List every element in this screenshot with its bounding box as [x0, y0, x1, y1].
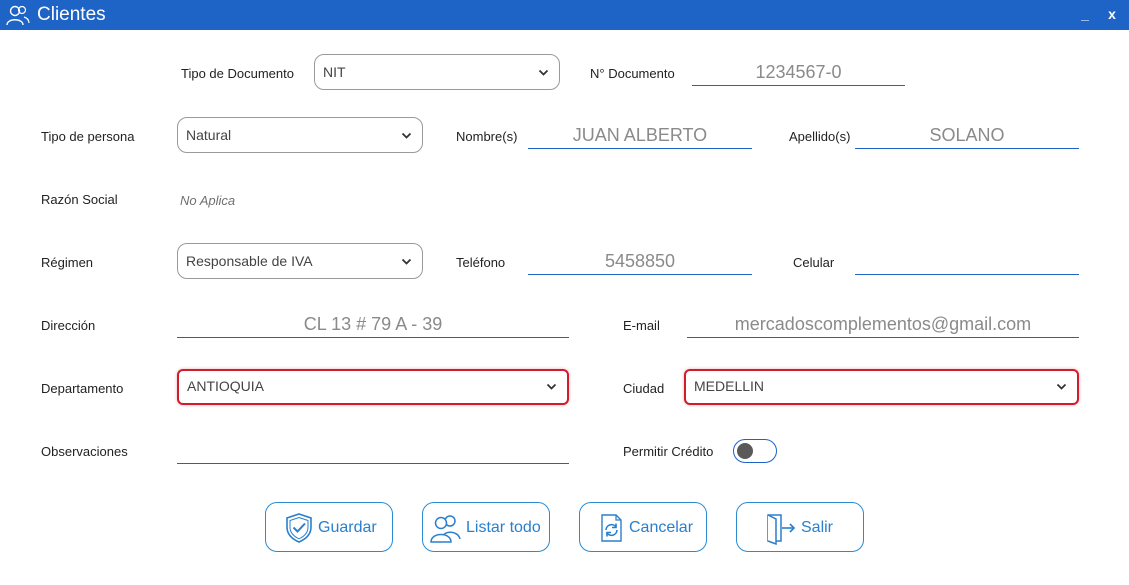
departamento-value: ANTIOQUIA — [187, 378, 265, 394]
exit-door-icon — [767, 514, 796, 545]
direccion-field[interactable]: CL 13 # 79 A - 39 — [177, 314, 569, 338]
tipo-documento-select[interactable]: NIT — [314, 54, 560, 90]
celular-label: Celular — [793, 255, 835, 270]
numero-documento-label: N° Documento — [590, 66, 675, 81]
numero-documento-value: 1234567-0 — [755, 62, 842, 82]
permitir-credito-toggle[interactable] — [733, 439, 777, 463]
title-bar: Clientes _ x — [0, 0, 1129, 30]
apellidos-label: Apellido(s) — [789, 129, 851, 144]
permitir-credito-label: Permitir Crédito — [623, 444, 714, 459]
departamento-select[interactable]: ANTIOQUIA — [177, 369, 569, 405]
listar-todo-button[interactable]: Listar todo — [422, 502, 550, 552]
tipo-documento-value: NIT — [323, 64, 346, 80]
salir-button[interactable]: Salir — [736, 502, 864, 552]
direccion-label: Dirección — [41, 318, 96, 333]
tipo-persona-label: Tipo de persona — [41, 129, 135, 144]
telefono-field[interactable]: 5458850 — [528, 251, 752, 275]
chevron-down-icon — [401, 258, 412, 265]
guardar-button[interactable]: Guardar — [265, 502, 393, 552]
users-icon — [6, 5, 30, 26]
guardar-label: Guardar — [318, 519, 377, 536]
telefono-value: 5458850 — [604, 251, 676, 271]
telefono-label: Teléfono — [456, 255, 506, 270]
email-label: E-mail — [623, 318, 660, 333]
regimen-value: Responsable de IVA — [186, 253, 313, 269]
email-value: mercadoscomplementos@gmail.com — [734, 314, 1032, 334]
numero-documento-field[interactable]: 1234567-0 — [692, 62, 905, 86]
regimen-label: Régimen — [41, 255, 94, 270]
ciudad-select[interactable]: MEDELLIN — [684, 369, 1079, 405]
chevron-down-icon — [1056, 383, 1067, 390]
nombres-field[interactable]: JUAN ALBERTO — [528, 125, 752, 149]
cancelar-label: Cancelar — [629, 519, 694, 536]
departamento-label: Departamento — [41, 381, 124, 396]
apellidos-value: SOLANO — [929, 125, 1005, 145]
listar-todo-label: Listar todo — [466, 519, 541, 536]
observaciones-field[interactable] — [177, 440, 569, 464]
nombres-value: JUAN ALBERTO — [572, 125, 708, 145]
tipo-documento-label: Tipo de Documento — [181, 66, 294, 81]
chevron-down-icon — [401, 132, 412, 139]
observaciones-label: Observaciones — [41, 444, 128, 459]
celular-field[interactable] — [855, 251, 1079, 275]
close-button[interactable]: x — [1104, 6, 1120, 24]
cancelar-button[interactable]: Cancelar — [579, 502, 707, 552]
minimize-button[interactable]: _ — [1078, 6, 1092, 22]
ciudad-label: Ciudad — [623, 381, 665, 396]
chevron-down-icon — [546, 383, 557, 390]
nombres-label: Nombre(s) — [456, 129, 518, 144]
users-icon — [430, 515, 461, 543]
shield-check-icon — [286, 513, 312, 543]
regimen-select[interactable]: Responsable de IVA — [177, 243, 423, 279]
ciudad-value: MEDELLIN — [694, 378, 765, 394]
razon-social-value: No Aplica — [180, 193, 236, 208]
window-title: Clientes — [37, 4, 106, 25]
direccion-value: CL 13 # 79 A - 39 — [303, 314, 443, 334]
chevron-down-icon — [538, 69, 549, 76]
email-field[interactable]: mercadoscomplementos@gmail.com — [687, 314, 1079, 338]
tipo-persona-value: Natural — [186, 127, 232, 143]
refresh-icon — [601, 514, 622, 542]
salir-label: Salir — [801, 519, 834, 536]
razon-social-label: Razón Social — [41, 192, 118, 207]
toggle-knob — [737, 443, 753, 459]
tipo-persona-select[interactable]: Natural — [177, 117, 423, 153]
apellidos-field[interactable]: SOLANO — [855, 125, 1079, 149]
